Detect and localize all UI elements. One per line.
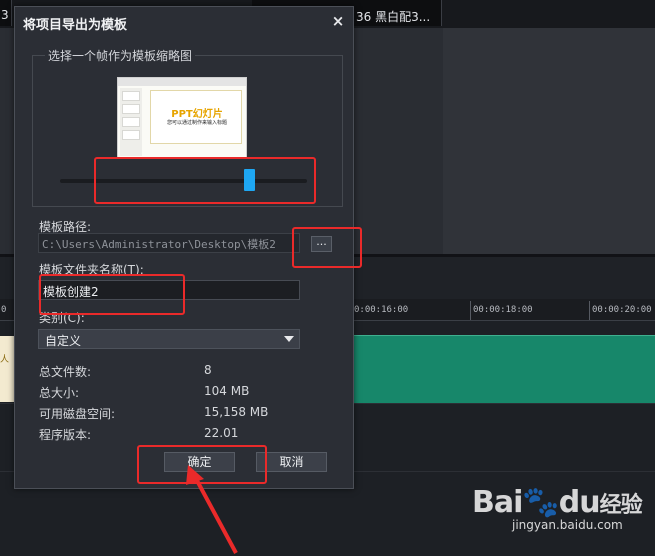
info-key-version: 程序版本:: [39, 428, 92, 442]
annotation-box-browse: [292, 227, 362, 268]
category-value: 自定义: [45, 334, 82, 348]
baidu-logo: Bai🐾du经验: [472, 485, 643, 520]
category-select[interactable]: 自定义: [38, 329, 300, 349]
ruler-tick: [470, 301, 471, 320]
video-clip[interactable]: [352, 335, 655, 403]
clip-thumbnail-text: 人: [0, 355, 10, 365]
thumbnail-preview: PPT幻灯片 您可以通过制作来输入标题: [117, 77, 247, 158]
preview-toolbar: [118, 78, 246, 86]
ruler-tick-label: 0:00:16:00: [354, 305, 409, 315]
ruler-tick-label: 00:00:18:00: [473, 305, 533, 315]
info-value-free-space: 15,158 MB: [204, 405, 269, 419]
info-key-total-size: 总大小:: [39, 386, 80, 400]
chevron-down-icon: [284, 336, 294, 342]
library-panel: [443, 28, 655, 254]
baidu-watermark: Bai🐾du经验 jingyan.baidu.com: [472, 485, 643, 532]
preview-slide-title: PPT幻灯片: [171, 109, 223, 120]
library-thumbnail-label: 36 黑白配3...: [356, 10, 431, 24]
baidu-logo-text-2: du: [558, 485, 601, 520]
info-key-file-count: 总文件数:: [39, 365, 92, 379]
ruler-tick-label: 0: [1, 305, 7, 315]
info-value-total-size: 104 MB: [204, 384, 250, 398]
preview-slide-subtitle: 您可以通过制作来输入标题: [166, 120, 227, 126]
info-key-free-space: 可用磁盘空间:: [39, 407, 116, 421]
ruler-tick: [589, 301, 590, 320]
dialog-title: 将项目导出为模板: [23, 18, 128, 33]
preview-slide-list: [120, 88, 142, 156]
annotation-arrow-icon: [186, 465, 238, 554]
paw-icon: 🐾: [522, 485, 559, 520]
annotation-box-slider: [94, 157, 316, 204]
library-thumbnail-label: 3: [1, 8, 9, 22]
close-icon[interactable]: ×: [329, 12, 347, 30]
thumbnail-group-label: 选择一个帧作为模板缩略图: [45, 47, 196, 64]
info-value-file-count: 8: [204, 363, 212, 377]
annotation-box-name: [39, 274, 185, 315]
template-path-field[interactable]: C:\Users\Administrator\Desktop\模板2: [38, 233, 300, 253]
watermark-url: jingyan.baidu.com: [512, 518, 623, 532]
video-clip-thumbnail[interactable]: [0, 336, 14, 402]
baidu-logo-text: Bai: [472, 485, 523, 520]
ruler-tick-label: 00:00:20:00: [592, 305, 652, 315]
info-value-version: 22.01: [204, 426, 239, 440]
preview-slide: PPT幻灯片 您可以通过制作来输入标题: [150, 90, 242, 144]
baidu-jingyan-text: 经验: [599, 493, 643, 518]
